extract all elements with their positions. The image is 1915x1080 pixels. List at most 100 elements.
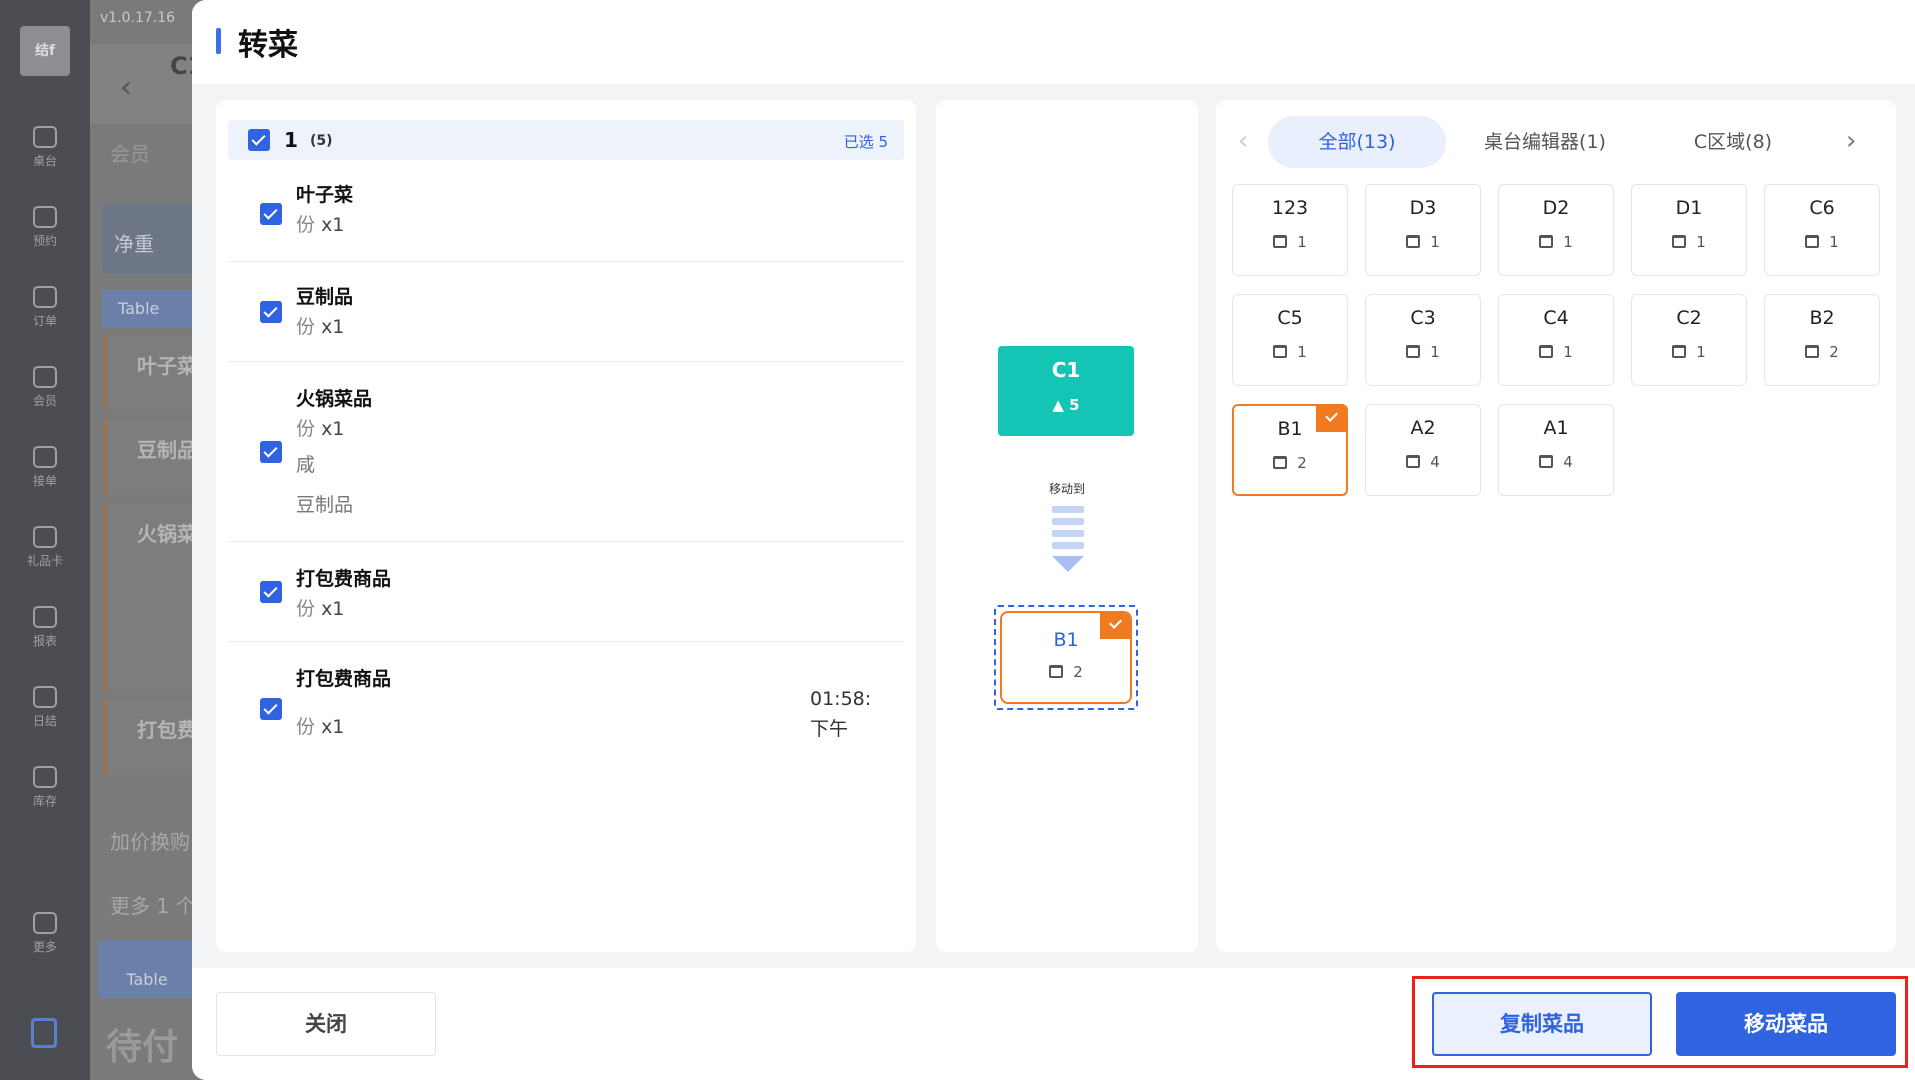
arrow-bar [1052,506,1084,513]
background-table-button: Table [98,940,196,998]
dish-checkbox[interactable] [260,698,282,720]
seat-icon [1805,235,1820,248]
dish-note: 咸 [296,454,316,476]
move-to-label: 移动到 [1048,482,1085,496]
title-accent-bar [216,28,221,54]
tab-zone-c[interactable]: C区域(8) [1644,116,1822,168]
dish-item[interactable]: 叶子菜 份 x1 [228,166,904,262]
dish-qty: x1 [321,316,345,338]
sidebar-item-reservation[interactable]: 预约 [0,206,90,249]
seat-icon [1273,345,1288,358]
table-card[interactable]: C5 1 [1232,294,1348,386]
table-name: C5 [1277,307,1303,329]
dish-group-header[interactable]: 1 (5) 已选 5 [228,120,904,160]
table-seats: 1 [1233,343,1347,361]
table-card[interactable]: C6 1 [1764,184,1880,276]
table-card-selected[interactable]: B1 2 [1232,404,1348,496]
background-addon-label: 加价换购 [110,830,190,854]
table-name: D1 [1675,197,1703,219]
gift-card-icon [33,526,57,548]
member-icon [33,366,57,388]
inventory-icon [33,766,57,788]
background-order-row: 豆制品 [104,420,200,494]
dish-unit: 份 [296,214,316,236]
arrow-bar [1052,530,1084,537]
sidebar-item-label: 预约 [32,234,57,248]
sidebar-item-gift-card[interactable]: 礼品卡 [0,526,90,569]
transfer-direction-panel: C1 ▲ 5 移动到 B1 2 [936,100,1198,952]
dish-item[interactable]: 打包费商品 份 x1 [228,542,904,642]
background-unpaid-label: 待付金 [106,1027,179,1080]
lock-icon[interactable] [31,1018,57,1048]
dish-qty: x1 [321,716,345,738]
app-version: v1.0.17.16 [100,10,176,26]
tab-all[interactable]: 全部(13) [1268,116,1446,168]
tab-table-editor[interactable]: 桌台编辑器(1) [1456,116,1634,168]
seat-icon [1539,455,1554,468]
sidebar-item-orders[interactable]: 订单 [0,286,90,329]
receive-order-icon [33,446,57,468]
sidebar-item-daily[interactable]: 日结 [0,686,90,729]
dish-checkbox[interactable] [260,441,282,463]
table-seats: 1 [1632,233,1746,251]
tab-next-chevron-icon[interactable]: › [1846,126,1856,156]
seat-icon [1672,345,1687,358]
dish-name: 叶子菜 [296,184,354,206]
more-icon [33,912,57,934]
table-card[interactable]: D2 1 [1498,184,1614,276]
tab-prev-chevron-icon[interactable]: ‹ [1238,126,1248,156]
dish-note: 豆制品 [296,494,354,516]
table-name: A1 [1543,417,1569,439]
sidebar-item-inventory[interactable]: 库存 [0,766,90,809]
dish-checkbox[interactable] [260,581,282,603]
dish-checkbox[interactable] [260,203,282,225]
sidebar-item-label: 订单 [32,314,57,328]
group-count: (5) [310,133,333,149]
report-icon [33,606,57,628]
table-seats: 4 [1366,453,1480,471]
dish-item[interactable]: 豆制品 份 x1 [228,262,904,362]
table-card[interactable]: B2 2 [1764,294,1880,386]
dish-unit: 份 [296,316,316,338]
background-more-label: 更多 1 个 [110,894,196,918]
dish-item[interactable]: 打包费商品 份 x1 01:58:下午 [228,642,904,772]
background-order-row: 叶子菜 [104,336,200,410]
table-card[interactable]: A2 4 [1365,404,1481,496]
move-dish-button[interactable]: 移动菜品 [1676,992,1896,1056]
sidebar-item-more[interactable]: 更多 [0,912,90,955]
background-order-row: 打包费 [104,700,200,774]
seat-icon [1273,456,1288,469]
table-card[interactable]: C2 1 [1631,294,1747,386]
dish-name: 打包费商品 [296,668,392,690]
down-arrow-icon [1052,556,1084,572]
seat-icon [1672,235,1687,248]
dish-unit: 份 [296,598,316,620]
group-checkbox[interactable] [248,129,270,151]
sidebar-item-receive[interactable]: 接单 [0,446,90,489]
check-icon [1100,613,1130,639]
dish-item[interactable]: 火锅菜品 份 x1 咸 豆制品 [228,362,904,542]
copy-dish-button[interactable]: 复制菜品 [1432,992,1652,1056]
table-seats: 1 [1765,233,1879,251]
table-seats: 1 [1366,233,1480,251]
table-card[interactable]: D1 1 [1631,184,1747,276]
table-card[interactable]: A1 4 [1498,404,1614,496]
table-seats: 2 [1234,454,1346,472]
close-button[interactable]: 关闭 [216,992,436,1056]
table-card[interactable]: 123 1 [1232,184,1348,276]
table-card[interactable]: D3 1 [1365,184,1481,276]
sidebar-item-table[interactable]: 桌台 [0,126,90,169]
table-name: B2 [1809,307,1835,329]
table-picker-panel: ‹ 全部(13) 桌台编辑器(1) C区域(8) › 123 1 D3 1 D2 1 … [1216,100,1896,952]
table-card[interactable]: C4 1 [1498,294,1614,386]
table-card[interactable]: C3 1 [1365,294,1481,386]
sidebar-item-reports[interactable]: 报表 [0,606,90,649]
seat-icon [1406,455,1421,468]
sidebar-item-members[interactable]: 会员 [0,366,90,409]
table-seats: 2 [1765,343,1879,361]
back-chevron-icon[interactable]: ‹ [120,70,132,105]
dish-checkbox[interactable] [260,301,282,323]
dish-qty: x1 [321,598,345,620]
dish-quantity: 份 x1 [296,312,344,339]
table-name: D3 [1409,197,1437,219]
